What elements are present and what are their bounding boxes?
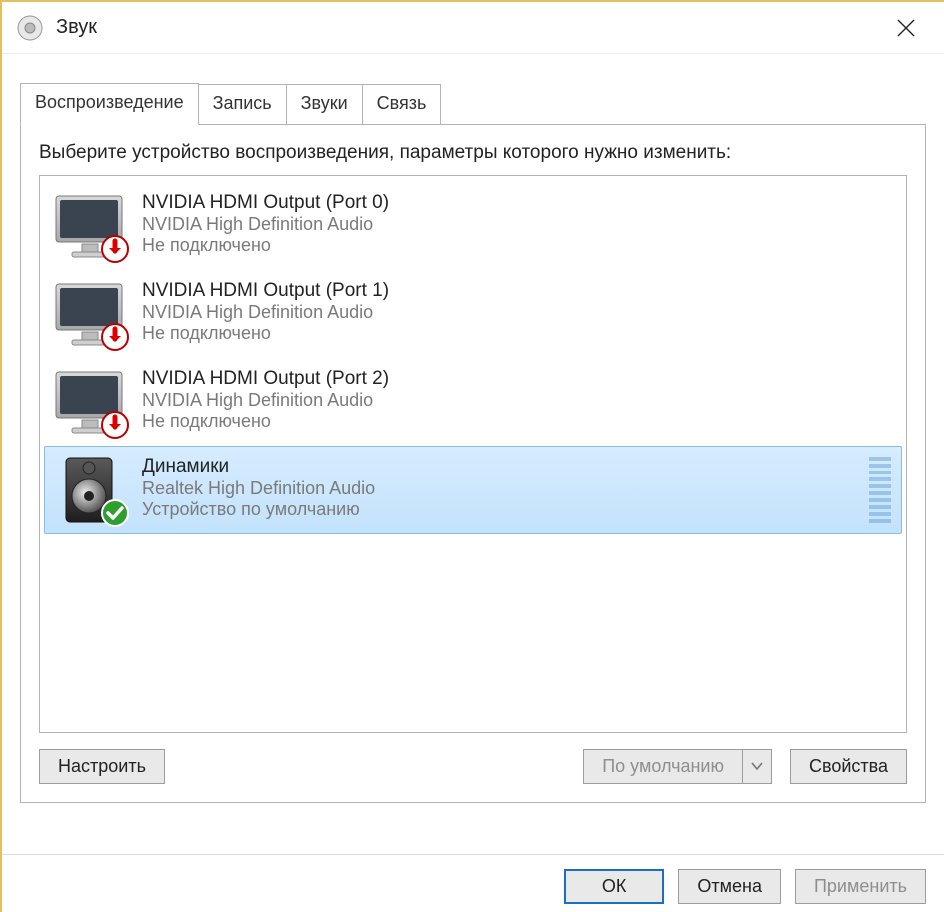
set-default-button[interactable]: По умолчанию (583, 749, 742, 784)
down-arrow-badge-icon (100, 234, 130, 264)
tab-panel-playback: Выберите устройство воспроизведения, пар… (20, 124, 926, 803)
monitor-icon (52, 278, 128, 350)
tab-2[interactable]: Звуки (286, 84, 363, 124)
check-badge-icon (100, 498, 130, 528)
chevron-down-icon (751, 760, 763, 772)
close-button[interactable] (878, 8, 934, 48)
apply-button[interactable]: Применить (795, 869, 926, 904)
configure-button[interactable]: Настроить (39, 749, 165, 784)
device-driver: NVIDIA High Definition Audio (142, 214, 389, 235)
instructions-text: Выберите устройство воспроизведения, пар… (39, 141, 907, 165)
tab-1[interactable]: Запись (198, 84, 287, 124)
sound-dialog: Звук ВоспроизведениеЗаписьЗвукиСвязь Выб… (2, 2, 944, 912)
device-row[interactable]: NVIDIA HDMI Output (Port 2)NVIDIA High D… (44, 358, 902, 446)
device-list[interactable]: NVIDIA HDMI Output (Port 0)NVIDIA High D… (39, 175, 907, 733)
down-arrow-badge-icon (100, 322, 130, 352)
device-name: NVIDIA HDMI Output (Port 1) (142, 280, 389, 302)
device-name: Динамики (142, 456, 375, 478)
device-status: Не подключено (142, 411, 389, 432)
tab-0[interactable]: Воспроизведение (20, 83, 199, 125)
speaker-icon (52, 454, 128, 526)
level-meter (869, 457, 891, 523)
device-status: Не подключено (142, 323, 389, 344)
app-icon (16, 14, 44, 42)
dialog-button-row: ОК Отмена Применить (2, 854, 944, 912)
device-row[interactable]: NVIDIA HDMI Output (Port 1)NVIDIA High D… (44, 270, 902, 358)
device-name: NVIDIA HDMI Output (Port 0) (142, 192, 389, 214)
set-default-dropdown[interactable]: По умолчанию (583, 749, 772, 784)
monitor-icon (52, 366, 128, 438)
cancel-button[interactable]: Отмена (678, 869, 781, 904)
monitor-icon (52, 190, 128, 262)
tabstrip: ВоспроизведениеЗаписьЗвукиСвязь (20, 82, 926, 124)
device-name: NVIDIA HDMI Output (Port 2) (142, 368, 389, 390)
set-default-arrow[interactable] (742, 749, 772, 784)
ok-button[interactable]: ОК (564, 869, 665, 904)
device-row[interactable]: NVIDIA HDMI Output (Port 0)NVIDIA High D… (44, 182, 902, 270)
device-status: Не подключено (142, 235, 389, 256)
tab-3[interactable]: Связь (362, 84, 442, 124)
device-status: Устройство по умолчанию (142, 499, 375, 520)
device-driver: Realtek High Definition Audio (142, 478, 375, 499)
window-title: Звук (56, 16, 878, 39)
close-icon (896, 18, 916, 38)
device-row[interactable]: ДинамикиRealtek High Definition AudioУст… (44, 446, 902, 534)
properties-button[interactable]: Свойства (790, 749, 907, 784)
device-driver: NVIDIA High Definition Audio (142, 302, 389, 323)
titlebar: Звук (2, 2, 944, 54)
panel-bottom-row: Настроить По умолчанию Свойства (39, 749, 907, 784)
down-arrow-badge-icon (100, 410, 130, 440)
device-driver: NVIDIA High Definition Audio (142, 390, 389, 411)
